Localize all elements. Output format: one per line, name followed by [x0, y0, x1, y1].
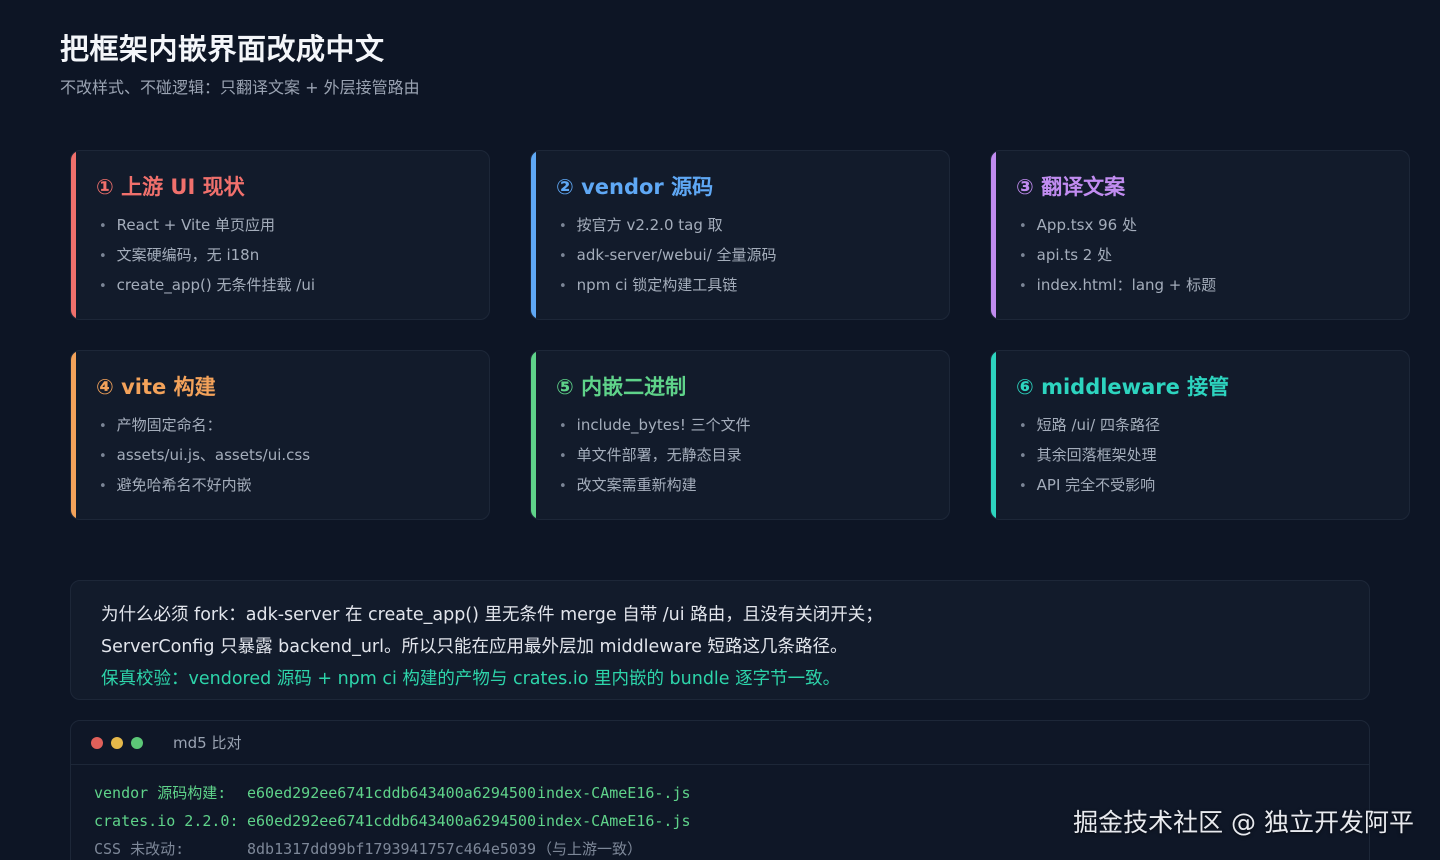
list-item-text: 短路 /ui/ 四条路径 [1036, 416, 1160, 434]
bullet-icon: • [99, 219, 107, 234]
card-title: ⑤ 内嵌二进制 [556, 375, 687, 399]
bullet-icon: • [99, 419, 107, 434]
bullet-icon: • [1019, 479, 1027, 494]
card-translate-copy: ③ 翻译文案 • App.tsx 96 处 • api.ts 2 处 • index.… [990, 150, 1410, 320]
list-item: • 产物固定命名： [99, 411, 310, 441]
list-item: • npm ci 锁定构建工具链 [559, 271, 777, 301]
terminal-titlebar: md5 比对 [71, 721, 1369, 765]
row-file: index-CAmeE16-.js [537, 812, 691, 830]
card-middleware: ⑥ middleware 接管 • 短路 /ui/ 四条路径 • 其余回落框架处理 … [990, 350, 1410, 520]
row-label: CSS 未改动: [94, 840, 185, 858]
row-file: index-CAmeE16-.js [537, 784, 691, 802]
list-item-text: create_app() 无条件挂载 /ui [116, 276, 315, 294]
card-title: ② vendor 源码 [556, 175, 714, 199]
bullet-icon: • [559, 249, 567, 264]
list-item: • assets/ui.js、assets/ui.css [99, 441, 310, 471]
explanation-note: 为什么必须 fork：adk-server 在 create_app() 里无条… [70, 580, 1370, 700]
list-item: • 其余回落框架处理 [1019, 441, 1160, 471]
list-item-text: 其余回落框架处理 [1036, 446, 1157, 464]
bullet-icon: • [559, 449, 567, 464]
row-label: vendor 源码构建: [94, 784, 227, 802]
bullet-icon: • [99, 249, 107, 264]
list-item-text: React + Vite 单页应用 [116, 216, 276, 234]
terminal-title: md5 比对 [173, 734, 242, 752]
row-hash: e60ed292ee6741cddb643400a6294500 [247, 812, 536, 830]
minimize-dot-icon [111, 736, 123, 749]
list-item-text: include_bytes! 三个文件 [576, 416, 751, 434]
row-label: crates.io 2.2.0: [94, 812, 239, 830]
bullet-icon: • [99, 449, 107, 464]
list-item: • 按官方 v2.2.0 tag 取 [559, 211, 777, 241]
note-line: ServerConfig 只暴露 backend_url。所以只能在应用最外层加… [101, 637, 848, 657]
bullet-icon: • [99, 279, 107, 294]
list-item-text: adk-server/webui/ 全量源码 [576, 246, 777, 264]
list-item: • include_bytes! 三个文件 [559, 411, 751, 441]
bullet-icon: • [1019, 419, 1027, 434]
bullet-icon: • [559, 219, 567, 234]
list-item: • 改文案需重新构建 [559, 471, 751, 501]
card-vite-build: ④ vite 构建 • 产物固定命名： • assets/ui.js、assets/… [70, 350, 490, 520]
list-item: • 短路 /ui/ 四条路径 [1019, 411, 1160, 441]
row-hash: e60ed292ee6741cddb643400a6294500 [247, 784, 536, 802]
card-accent-bar [71, 351, 76, 519]
card-accent-bar [991, 351, 996, 519]
bullet-icon: • [559, 479, 567, 494]
card-accent-bar [71, 151, 76, 319]
card-accent-bar [531, 151, 536, 319]
list-item: • App.tsx 96 处 [1019, 211, 1216, 241]
list-item: • 避免哈希名不好内嵌 [99, 471, 310, 501]
list-item-text: API 完全不受影响 [1036, 476, 1156, 494]
close-dot-icon [91, 736, 103, 749]
list-item: • 文案硬编码，无 i18n [99, 241, 315, 271]
terminal-window: md5 比对 vendor 源码构建: e60ed292ee6741cddb64… [70, 720, 1370, 860]
card-vendor-source: ② vendor 源码 • 按官方 v2.2.0 tag 取 • adk-serve… [530, 150, 950, 320]
list-item-text: 改文案需重新构建 [576, 476, 697, 494]
card-title: ④ vite 构建 [96, 375, 216, 399]
bullet-icon: • [99, 479, 107, 494]
card-title: ③ 翻译文案 [1016, 175, 1126, 199]
bullet-icon: • [1019, 449, 1027, 464]
watermark: 掘金技术社区 @ 独立开发阿平 [1073, 808, 1414, 837]
card-title: ⑥ middleware 接管 [1016, 375, 1230, 399]
list-item-text: 单文件部署，无静态目录 [576, 446, 742, 464]
list-item: • create_app() 无条件挂载 /ui [99, 271, 315, 301]
bullet-icon: • [559, 279, 567, 294]
note-highlight-line: 保真校验：vendored 源码 + npm ci 构建的产物与 crates.… [101, 669, 841, 689]
list-item-text: App.tsx 96 处 [1036, 216, 1137, 234]
list-item-text: 按官方 v2.2.0 tag 取 [576, 216, 723, 234]
bullet-icon: • [1019, 219, 1027, 234]
list-item: • api.ts 2 处 [1019, 241, 1216, 271]
card-upstream-ui: ① 上游 UI 现状 • React + Vite 单页应用 • 文案硬编码，无 i… [70, 150, 490, 320]
note-line: 为什么必须 fork：adk-server 在 create_app() 里无条… [101, 605, 883, 625]
bullet-icon: • [1019, 249, 1027, 264]
row-hash: 8db1317dd99bf1793941757c464e5039 [247, 840, 536, 858]
bullet-icon: • [559, 419, 567, 434]
list-item-text: api.ts 2 处 [1036, 246, 1113, 264]
bullet-icon: • [1019, 279, 1027, 294]
card-embed-binary: ⑤ 内嵌二进制 • include_bytes! 三个文件 • 单文件部署，无静态目… [530, 350, 950, 520]
list-item: • 单文件部署，无静态目录 [559, 441, 751, 471]
list-item-text: 产物固定命名： [116, 416, 222, 434]
row-file: （与上游一致） [537, 840, 643, 858]
list-item: • React + Vite 单页应用 [99, 211, 315, 241]
page-subtitle: 不改样式、不碰逻辑：只翻译文案 + 外层接管路由 [60, 78, 420, 97]
card-accent-bar [991, 151, 996, 319]
list-item: • API 完全不受影响 [1019, 471, 1160, 501]
maximize-dot-icon [131, 736, 143, 749]
list-item-text: index.html：lang + 标题 [1036, 276, 1217, 294]
list-item: • index.html：lang + 标题 [1019, 271, 1216, 301]
list-item-text: assets/ui.js、assets/ui.css [116, 446, 311, 464]
list-item-text: npm ci 锁定构建工具链 [576, 276, 738, 294]
card-accent-bar [531, 351, 536, 519]
card-title: ① 上游 UI 现状 [96, 175, 245, 199]
page-title: 把框架内嵌界面改成中文 [60, 32, 385, 66]
list-item-text: 文案硬编码，无 i18n [116, 246, 260, 264]
list-item-text: 避免哈希名不好内嵌 [116, 476, 252, 494]
list-item: • adk-server/webui/ 全量源码 [559, 241, 777, 271]
